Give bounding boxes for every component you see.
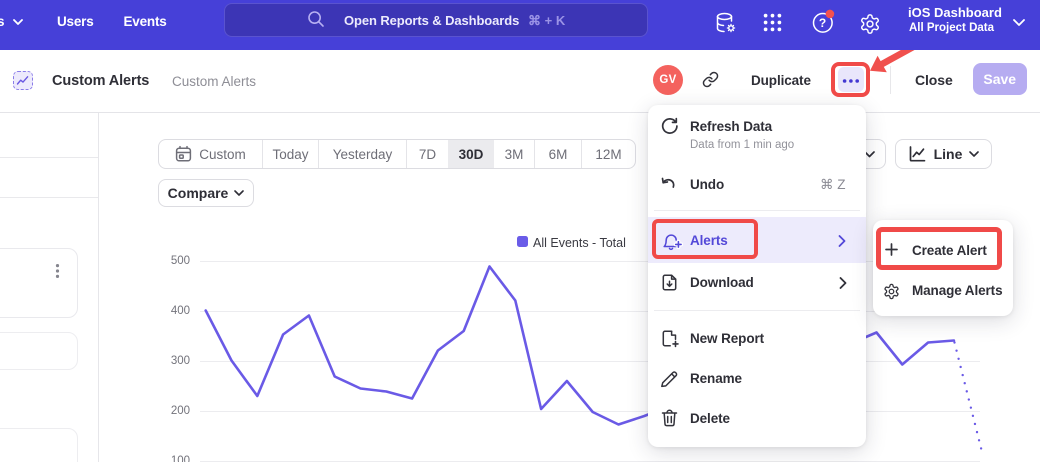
svg-text:?: ? (819, 16, 826, 30)
